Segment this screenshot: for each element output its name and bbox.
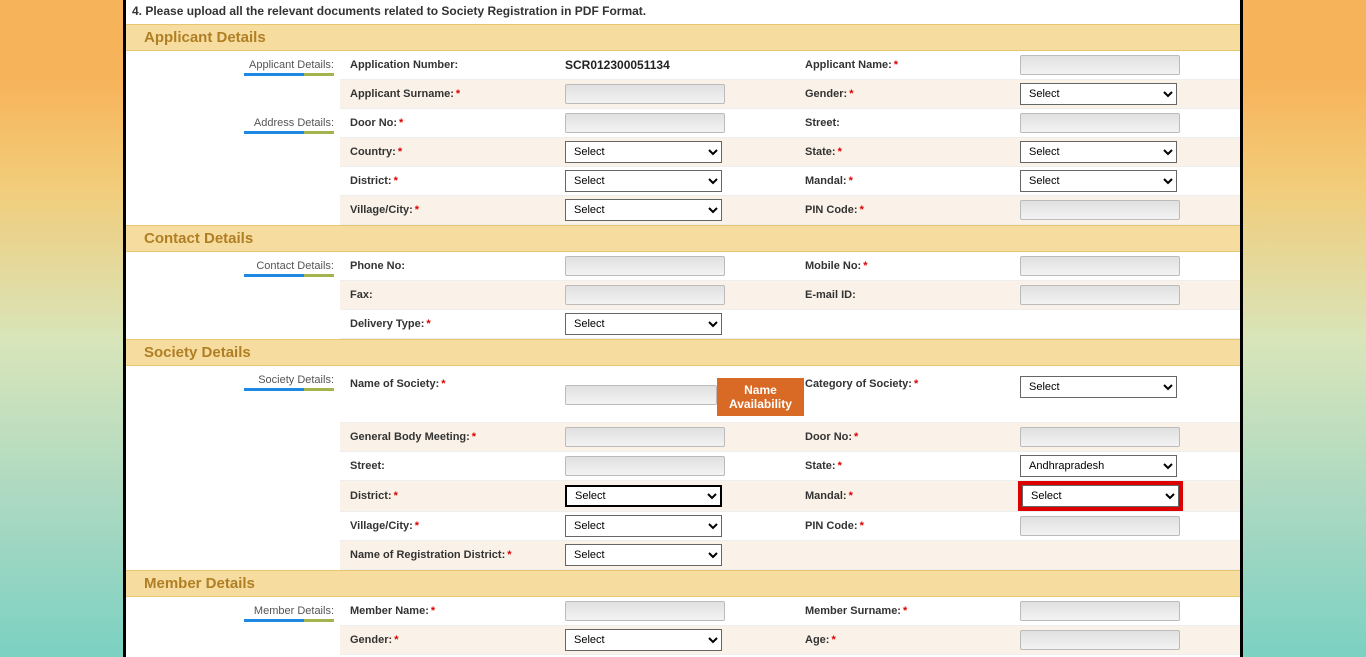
select-state[interactable]: Select: [1020, 141, 1177, 163]
section-contact-details: Contact Details: [126, 225, 1240, 252]
label-age: Age:: [805, 634, 829, 646]
input-applicant-name[interactable]: [1020, 55, 1180, 75]
select-society-mandal[interactable]: Select: [1022, 485, 1179, 507]
label-village-city: Village/City:: [350, 204, 413, 216]
input-society-door-no[interactable]: [1020, 427, 1180, 447]
aside-member-details: Member Details:: [132, 605, 334, 617]
label-society-mandal: Mandal:: [805, 490, 847, 502]
label-society-state: State:: [805, 460, 836, 472]
label-member-name: Member Name:: [350, 605, 429, 617]
select-gender[interactable]: Select: [1020, 83, 1177, 105]
label-district: District:: [350, 175, 392, 187]
aside-society-details: Society Details:: [132, 374, 334, 386]
select-category-of-society[interactable]: Select: [1020, 376, 1177, 398]
label-mobile-no: Mobile No:: [805, 260, 861, 272]
label-phone-no: Phone No:: [350, 260, 405, 272]
section-society-details: Society Details: [126, 339, 1240, 366]
name-availability-button[interactable]: Name Availability: [717, 378, 804, 416]
select-society-village-city[interactable]: Select: [565, 515, 722, 537]
label-society-district: District:: [350, 490, 392, 502]
label-society-door-no: Door No:: [805, 431, 852, 443]
input-society-pin-code[interactable]: [1020, 516, 1180, 536]
label-name-of-society: Name of Society:: [350, 378, 439, 390]
label-category-of-society: Category of Society:: [805, 378, 912, 390]
input-society-street[interactable]: [565, 456, 725, 476]
input-street[interactable]: [1020, 113, 1180, 133]
select-society-state[interactable]: Andhrapradesh: [1020, 455, 1177, 477]
label-pin-code: PIN Code:: [805, 204, 858, 216]
label-gender: Gender:: [805, 88, 847, 100]
input-phone-no[interactable]: [565, 256, 725, 276]
select-district[interactable]: Select: [565, 170, 722, 192]
label-state: State:: [805, 146, 836, 158]
select-member-gender[interactable]: Select: [565, 629, 722, 651]
select-mandal[interactable]: Select: [1020, 170, 1177, 192]
label-email-id: E-mail ID:: [805, 289, 856, 301]
select-society-district[interactable]: Select: [565, 485, 722, 507]
label-general-body-meeting: General Body Meeting:: [350, 431, 470, 443]
label-member-surname: Member Surname:: [805, 605, 901, 617]
label-street: Street:: [805, 117, 840, 129]
form-panel: 4. Please upload all the relevant docume…: [123, 0, 1243, 657]
label-society-village-city: Village/City:: [350, 520, 413, 532]
label-applicant-surname: Applicant Surname:: [350, 88, 454, 100]
label-country: Country:: [350, 146, 396, 158]
input-general-body-meeting[interactable]: [565, 427, 725, 447]
label-member-gender: Gender:: [350, 634, 392, 646]
label-name-of-reg-district: Name of Registration District:: [350, 549, 505, 561]
label-fax: Fax:: [350, 289, 373, 301]
label-delivery-type: Delivery Type:: [350, 318, 424, 330]
input-mobile-no[interactable]: [1020, 256, 1180, 276]
aside-address-details: Address Details:: [132, 117, 334, 129]
label-door-no: Door No:: [350, 117, 397, 129]
input-email-id[interactable]: [1020, 285, 1180, 305]
aside-applicant-details: Applicant Details:: [132, 59, 334, 71]
input-age[interactable]: [1020, 630, 1180, 650]
input-applicant-surname[interactable]: [565, 84, 725, 104]
label-applicant-name: Applicant Name:: [805, 59, 892, 71]
label-mandal: Mandal:: [805, 175, 847, 187]
input-member-name[interactable]: [565, 601, 725, 621]
input-name-of-society[interactable]: [565, 385, 717, 405]
value-application-number: SCR012300051134: [565, 58, 670, 72]
select-name-of-reg-district[interactable]: Select: [565, 544, 722, 566]
label-society-pin-code: PIN Code:: [805, 520, 858, 532]
highlighted-mandal-select: Select: [1020, 483, 1181, 509]
input-member-surname[interactable]: [1020, 601, 1180, 621]
select-village-city[interactable]: Select: [565, 199, 722, 221]
label-application-number: Application Number:: [350, 59, 458, 71]
input-pin-code[interactable]: [1020, 200, 1180, 220]
section-member-details: Member Details: [126, 570, 1240, 597]
select-country[interactable]: Select: [565, 141, 722, 163]
input-door-no[interactable]: [565, 113, 725, 133]
instruction-text: 4. Please upload all the relevant docume…: [126, 0, 1240, 24]
section-applicant-details: Applicant Details: [126, 24, 1240, 51]
label-society-street: Street:: [350, 460, 385, 472]
select-delivery-type[interactable]: Select: [565, 313, 722, 335]
aside-contact-details: Contact Details:: [132, 260, 334, 272]
input-fax[interactable]: [565, 285, 725, 305]
